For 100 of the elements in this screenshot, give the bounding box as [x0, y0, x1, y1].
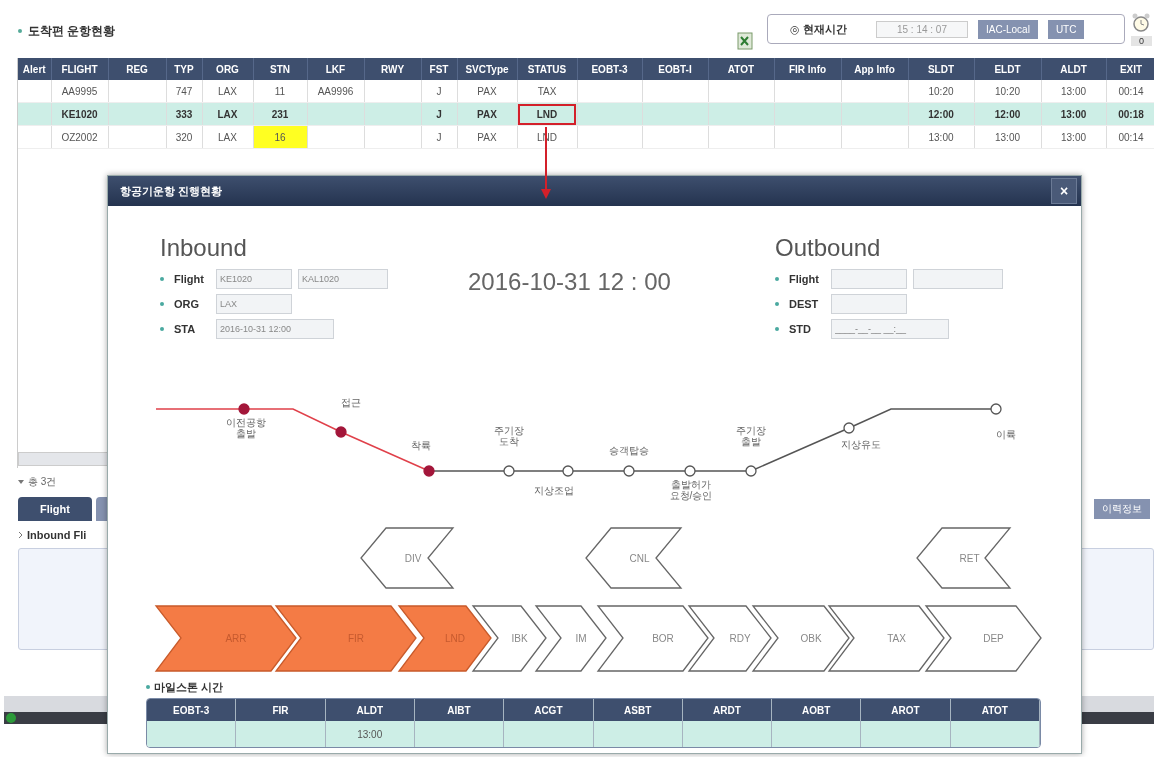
- milestone-title: 마일스톤 시간: [154, 679, 224, 695]
- dialog-title: 항공기운항 진행현황: [120, 183, 223, 199]
- milestone-label: 지상유도: [841, 440, 881, 451]
- column-header[interactable]: STATUS: [517, 58, 577, 80]
- stage-chevron[interactable]: RDY: [687, 605, 772, 672]
- return-stage-chevron[interactable]: CNL: [585, 527, 683, 589]
- table-cell: J: [436, 131, 442, 143]
- table-cell: 747: [175, 85, 193, 97]
- column-header[interactable]: ALDT: [1041, 58, 1106, 80]
- milestone-label: 접근: [341, 398, 361, 409]
- section-heading: Inbound Fli: [27, 529, 87, 541]
- chevron-icon: [18, 531, 23, 539]
- column-header[interactable]: REG: [108, 58, 166, 80]
- milestone-label: 주기장 도착: [494, 426, 524, 447]
- field-label: Flight: [174, 272, 205, 285]
- table-cell: 13:00: [1060, 108, 1087, 120]
- flight-row[interactable]: KE1020 333 LAX 231 J PAX LND 12:00 12:00 13:00 00:18: [18, 102, 1154, 126]
- column-header[interactable]: ELDT: [974, 58, 1041, 80]
- table-cell: LND: [536, 108, 558, 120]
- table-cell: 231: [271, 108, 289, 120]
- alarm-count: 0: [1131, 36, 1152, 46]
- milestone-label: 출발허가 요청/승인: [669, 480, 713, 501]
- milestone-label: 이전공항 출발: [226, 418, 266, 439]
- column-header[interactable]: ATOT: [708, 58, 774, 80]
- column-header[interactable]: EOBT-I: [642, 58, 708, 80]
- table-cell: 13:00: [928, 131, 954, 143]
- milestone-label: 착륙: [411, 441, 431, 452]
- stage-chevron[interactable]: BOR: [596, 605, 709, 672]
- table-cell: AA9995: [61, 85, 98, 97]
- date-time-display: 2016-10-31 12 : 00: [468, 267, 671, 297]
- column-header[interactable]: STN: [253, 58, 307, 80]
- column-header[interactable]: EOBT-3: [577, 58, 642, 80]
- stage-chevron[interactable]: TAX: [827, 605, 945, 672]
- field-label: STD: [789, 322, 812, 335]
- page-title: 도착편 운항현황: [28, 22, 116, 40]
- stage-chevron[interactable]: IM: [534, 605, 607, 672]
- milestone-label: 이륙: [996, 430, 1016, 441]
- table-cell: 333: [175, 108, 193, 120]
- table-cell: 00:18: [1118, 108, 1144, 120]
- result-count: 총 3건: [28, 475, 57, 489]
- table-cell: PAX: [477, 131, 497, 143]
- column-header[interactable]: ORG: [202, 58, 253, 80]
- field-label: Flight: [789, 272, 820, 285]
- flight-row[interactable]: AA9995 747 LAX 11 AA9996 J PAX TAX 10:20 10:20 13:00 00:14: [18, 80, 1154, 103]
- column-header[interactable]: TYP: [166, 58, 202, 80]
- return-stage-chevron[interactable]: DIV: [360, 527, 455, 589]
- table-cell: PAX: [477, 85, 497, 97]
- table-cell: 00:14: [1118, 85, 1144, 97]
- table-cell: OZ2002: [61, 131, 98, 143]
- column-header[interactable]: Alert: [18, 58, 51, 80]
- table-cell: LAX: [217, 108, 238, 120]
- column-header[interactable]: SLDT: [908, 58, 974, 80]
- current-time-label: ◎ 현재시간: [790, 21, 848, 37]
- column-header[interactable]: App Info: [841, 58, 908, 80]
- table-cell: 13:00: [1061, 85, 1086, 97]
- table-cell: J: [436, 108, 442, 120]
- milestone-label: 승객탑승: [609, 446, 649, 457]
- table-cell: 320: [175, 131, 193, 143]
- time-field: 15 : 14 : 07: [876, 20, 968, 38]
- stage-chevron[interactable]: DEP: [924, 605, 1042, 672]
- text-field[interactable]: [831, 268, 907, 289]
- milestone-label: 지상조업: [534, 486, 574, 497]
- column-header[interactable]: FIR Info: [774, 58, 841, 80]
- table-cell: 10:20: [995, 85, 1020, 97]
- column-header[interactable]: EXIT: [1106, 58, 1154, 80]
- table-cell: 13:00: [357, 728, 383, 740]
- tab[interactable]: Flight: [18, 497, 92, 521]
- table-cell: KE1020: [61, 108, 98, 120]
- spreadsheet-icon[interactable]: [737, 32, 753, 50]
- table-cell: PAX: [477, 108, 497, 120]
- field-label: STA: [174, 322, 197, 335]
- column-header[interactable]: RWY: [364, 58, 421, 80]
- table-cell: 10:20: [928, 85, 954, 97]
- inbound-heading: Inbound: [160, 234, 248, 262]
- stage-chevron[interactable]: OBK: [751, 605, 850, 672]
- table-cell: 13:00: [995, 131, 1020, 143]
- table-cell: J: [436, 85, 442, 97]
- stage-chevron[interactable]: IBK: [471, 605, 547, 672]
- field-label: DEST: [789, 297, 820, 310]
- column-header[interactable]: LKF: [307, 58, 364, 80]
- table-cell: 00:14: [1118, 131, 1144, 143]
- table-cell: 16: [274, 131, 286, 143]
- text-field[interactable]: [831, 293, 907, 314]
- close-button[interactable]: ×: [1051, 178, 1077, 204]
- table-cell: LAX: [218, 131, 237, 143]
- table-cell: 11: [274, 85, 286, 97]
- table-cell: AA9996: [317, 85, 354, 97]
- horizontal-scrollbar[interactable]: [18, 452, 110, 466]
- milestone-label: 주기장 출발: [736, 426, 766, 447]
- table-cell: 12:00: [994, 108, 1021, 120]
- outbound-heading: Outbound: [775, 234, 882, 262]
- table-cell: 12:00: [928, 108, 954, 120]
- column-header[interactable]: FST: [421, 58, 457, 80]
- column-header[interactable]: FLIGHT: [51, 58, 108, 80]
- alarm-clock-icon[interactable]: [1131, 12, 1152, 34]
- text-field[interactable]: [913, 268, 1003, 289]
- table-cell: TAX: [537, 85, 557, 97]
- return-stage-chevron[interactable]: RET: [916, 527, 1012, 589]
- text-field[interactable]: ____-__-__ __:__: [831, 318, 949, 339]
- column-header[interactable]: SVCType: [457, 58, 517, 80]
